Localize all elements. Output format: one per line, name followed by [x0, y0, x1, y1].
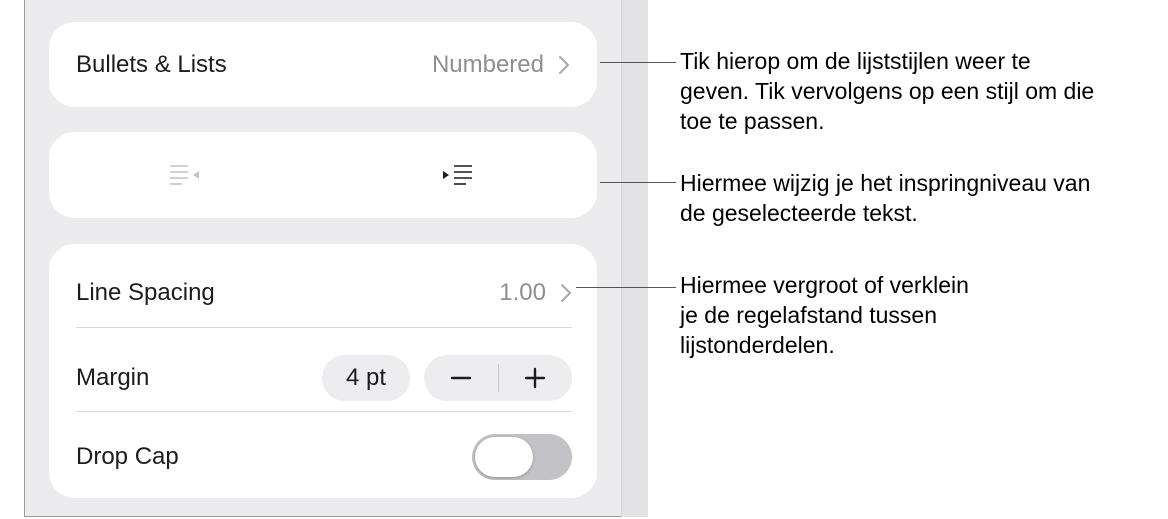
callout-line: lijstonderdelen. [680, 332, 835, 358]
callout-line-spacing [576, 287, 676, 288]
drop-cap-row: Drop Cap [76, 425, 572, 489]
line-spacing-value: 1.00 [499, 279, 546, 306]
callout-line: Hiermee vergroot of verklein [680, 272, 969, 298]
line-spacing-row[interactable]: Line Spacing 1.00 [76, 256, 572, 330]
callout-line: toe te passen. [680, 108, 825, 134]
increase-indent-button[interactable] [323, 132, 597, 218]
callout-line: je de regelafstand tussen [680, 302, 938, 328]
plus-icon [524, 367, 546, 389]
stepper-separator [498, 364, 499, 392]
divider [76, 411, 572, 412]
chevron-right-icon [561, 284, 571, 302]
chevron-right-icon [559, 55, 569, 74]
callout-line: geven. Tik vervolgens op een stijl om di… [680, 78, 1095, 104]
margin-value: 4 pt [322, 355, 410, 401]
margin-label: Margin [76, 364, 150, 391]
margin-decrease-button[interactable] [424, 355, 498, 401]
spacing-card: Line Spacing 1.00 Margin 4 pt Drop Cap [49, 244, 597, 498]
callout-bullets: Tik hierop om de lijststijlen weer te ge… [680, 46, 1160, 136]
bullets-lists-value: Numbered [431, 50, 544, 78]
divider [76, 327, 572, 328]
margin-row: Margin 4 pt [76, 341, 572, 415]
margin-increase-button[interactable] [498, 355, 572, 401]
minus-icon [450, 376, 472, 380]
bullets-lists-label: Bullets & Lists [76, 50, 227, 78]
increase-indent-icon [443, 165, 472, 185]
line-spacing-label: Line Spacing [76, 279, 215, 306]
callout-line: Tik hierop om de lijststijlen weer te [680, 48, 1031, 74]
panel-scroll-edge [621, 0, 648, 517]
callout-line: Hiermee wijzig je het inspringniveau van [680, 170, 1091, 196]
callout-indent: Hiermee wijzig je het inspringniveau van… [680, 168, 1160, 228]
drop-cap-toggle[interactable] [472, 434, 572, 480]
toggle-knob [475, 437, 533, 477]
margin-stepper [424, 355, 572, 401]
indent-control [49, 132, 597, 218]
callout-spacing: Hiermee vergroot of verklein je de regel… [680, 270, 1160, 360]
callout-line-indent [600, 182, 676, 183]
callout-line: de geselecteerde tekst. [680, 200, 918, 226]
decrease-indent-button[interactable] [49, 132, 323, 218]
decrease-indent-icon [170, 165, 199, 185]
callout-line-bullets [600, 62, 676, 63]
bullets-lists-row[interactable]: Bullets & Lists Numbered [49, 22, 597, 107]
drop-cap-label: Drop Cap [76, 443, 179, 470]
